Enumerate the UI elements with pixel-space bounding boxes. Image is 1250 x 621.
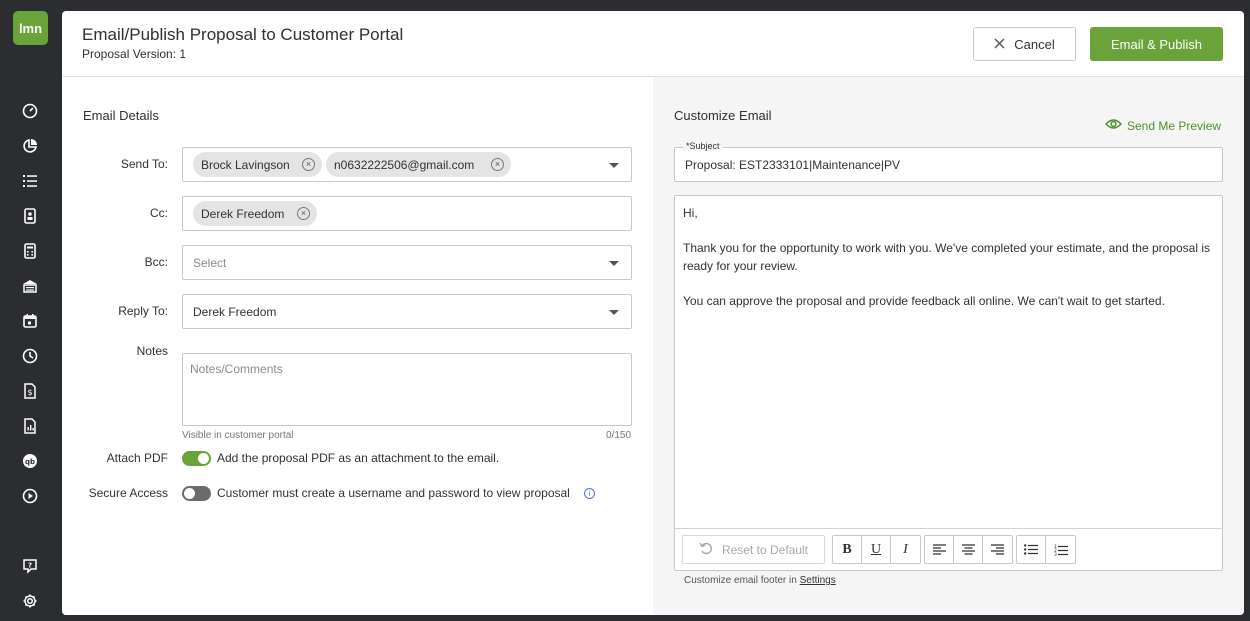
list-group: 123: [1016, 535, 1076, 564]
recipient-chip-label: Derek Freedom: [201, 206, 285, 221]
subject-value[interactable]: Proposal: EST2333101|Maintenance|PV: [685, 158, 900, 172]
recipient-chip: Brock Lavingson ×: [193, 152, 322, 177]
cancel-button[interactable]: Cancel: [973, 27, 1076, 61]
svg-text:?: ?: [28, 562, 32, 570]
attach-pdf-toggle[interactable]: [182, 451, 211, 466]
bcc-placeholder: Select: [193, 256, 227, 270]
reply-to-label: Reply To:: [118, 304, 168, 318]
list-icon[interactable]: [20, 171, 40, 191]
align-right-icon[interactable]: [983, 536, 1012, 563]
dashboard-icon[interactable]: [20, 101, 40, 121]
chevron-down-icon[interactable]: [609, 163, 619, 168]
svg-text:3: 3: [1054, 552, 1057, 556]
bcc-select[interactable]: Select: [182, 245, 632, 280]
notes-label: Notes: [136, 344, 168, 358]
cc-label: Cc:: [150, 206, 168, 220]
remove-chip-icon[interactable]: ×: [297, 207, 310, 220]
text-style-group: B U I: [832, 535, 921, 564]
report-icon[interactable]: [20, 416, 40, 436]
email-body-editor[interactable]: Hi, Thank you for the opportunity to wor…: [674, 195, 1223, 571]
send-to-label: Send To:: [120, 157, 168, 171]
recipient-chip: Derek Freedom ×: [193, 201, 317, 226]
email-body[interactable]: Hi, Thank you for the opportunity to wor…: [683, 205, 1213, 328]
secure-access-text: Customer must create a username and pass…: [217, 486, 570, 500]
chevron-down-icon[interactable]: [609, 261, 619, 266]
bold-button[interactable]: B: [833, 536, 862, 563]
email-body-paragraph: You can approve the proposal and provide…: [683, 293, 1165, 308]
gear-icon[interactable]: [20, 591, 40, 611]
undo-icon: [699, 541, 713, 558]
calculator-icon[interactable]: [20, 241, 40, 261]
reset-to-default-button[interactable]: Reset to Default: [682, 535, 825, 564]
eye-icon: [1104, 118, 1123, 133]
secure-access-toggle[interactable]: [182, 486, 211, 501]
remove-chip-icon[interactable]: ×: [302, 158, 315, 171]
customize-email-title: Customize Email: [674, 108, 772, 123]
svg-text:$: $: [27, 388, 32, 397]
reset-label: Reset to Default: [721, 542, 809, 557]
secure-access-label: Secure Access: [88, 486, 168, 500]
dialog-title: Email/Publish Proposal to Customer Porta…: [82, 25, 404, 44]
email-body-paragraph: Hi,: [683, 206, 698, 220]
chevron-down-icon[interactable]: [609, 310, 619, 315]
calendar-icon[interactable]: [20, 311, 40, 331]
info-icon[interactable]: i: [584, 488, 595, 499]
notes-counter: 0/150: [606, 430, 632, 441]
align-left-icon[interactable]: [925, 536, 954, 563]
attach-pdf-text: Add the proposal PDF as an attachment to…: [217, 451, 500, 465]
dialog-header: Email/Publish Proposal to Customer Porta…: [62, 11, 1244, 77]
lmn-logo[interactable]: lmn: [13, 11, 48, 45]
send-to-field[interactable]: Brock Lavingson × n0632222506@gmail.com …: [182, 147, 632, 182]
contact-card-icon[interactable]: [20, 206, 40, 226]
customize-email-panel: Customize Email Send Me Preview *Subject…: [653, 77, 1244, 615]
email-details-panel: Email Details Send To: Brock Lavingson ×…: [62, 77, 653, 615]
notes-textarea[interactable]: [183, 354, 631, 425]
send-me-preview-link[interactable]: Send Me Preview: [1104, 118, 1222, 133]
svg-text:qb: qb: [25, 458, 35, 466]
cc-field[interactable]: Derek Freedom ×: [182, 196, 632, 231]
publish-proposal-dialog: Email/Publish Proposal to Customer Porta…: [62, 11, 1244, 615]
email-details-title: Email Details: [83, 108, 159, 123]
notes-field[interactable]: [182, 353, 632, 426]
reply-to-select[interactable]: Derek Freedom: [182, 294, 632, 329]
subject-label: *Subject: [683, 141, 723, 151]
footer-note-text: Customize email footer in: [684, 575, 797, 586]
close-icon: [994, 37, 1005, 52]
invoice-dollar-icon[interactable]: $: [20, 381, 40, 401]
email-body-paragraph: Thank you for the opportunity to work wi…: [683, 241, 1211, 273]
footer-note: Customize email footer in Settings: [684, 575, 836, 586]
italic-button[interactable]: I: [891, 536, 920, 563]
building-icon[interactable]: [20, 276, 40, 296]
play-circle-icon[interactable]: [20, 486, 40, 506]
proposal-version: Proposal Version: 1: [82, 47, 187, 61]
pie-chart-icon[interactable]: [20, 136, 40, 156]
editor-toolbar: Reset to Default B U I 1 2 3: [675, 528, 1222, 570]
attach-pdf-label: Attach PDF: [106, 451, 168, 465]
recipient-chip-label: Brock Lavingson: [201, 157, 290, 172]
recipient-chip-label: n0632222506@gmail.com: [334, 157, 475, 172]
underline-button[interactable]: U: [862, 536, 891, 563]
sidebar: lmn $ qb ?: [0, 0, 62, 621]
clock-icon[interactable]: [20, 346, 40, 366]
recipient-chip: n0632222506@gmail.com ×: [326, 152, 511, 177]
help-chat-icon[interactable]: ?: [20, 556, 40, 576]
alignment-group: [924, 535, 1013, 564]
bcc-label: Bcc:: [144, 255, 168, 269]
subject-field[interactable]: *Subject Proposal: EST2333101|Maintenanc…: [674, 141, 1223, 182]
bullet-list-icon[interactable]: [1017, 536, 1046, 563]
notes-hint: Visible in customer portal: [182, 430, 294, 441]
quickbooks-icon[interactable]: qb: [20, 451, 40, 471]
remove-chip-icon[interactable]: ×: [491, 158, 504, 171]
align-center-icon[interactable]: [954, 536, 983, 563]
send-me-preview-label: Send Me Preview: [1127, 118, 1222, 133]
settings-link[interactable]: Settings: [800, 575, 836, 586]
cancel-label: Cancel: [1014, 36, 1055, 52]
reply-to-value: Derek Freedom: [193, 305, 277, 319]
email-publish-button[interactable]: Email & Publish: [1090, 27, 1223, 61]
numbered-list-icon[interactable]: 123: [1046, 536, 1075, 563]
